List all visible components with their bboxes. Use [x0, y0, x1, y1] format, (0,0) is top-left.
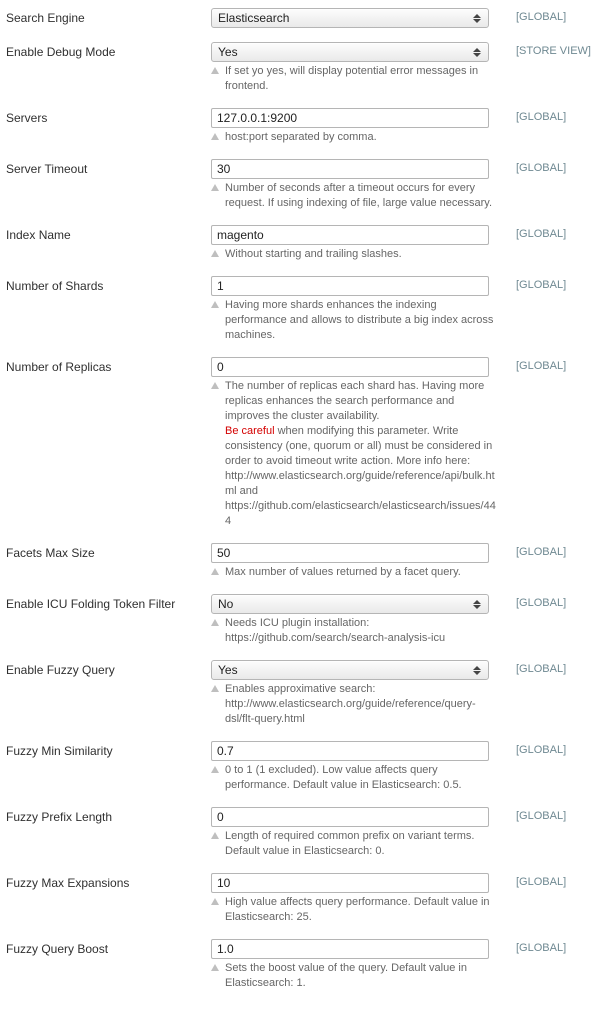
- label-fuzzy-boost: Fuzzy Query Boost: [6, 939, 211, 956]
- label-debug: Enable Debug Mode: [6, 42, 211, 59]
- hint-text: 0 to 1 (1 excluded). Low value affects q…: [225, 763, 500, 793]
- triangle-icon: [211, 898, 219, 905]
- label-replicas: Number of Replicas: [6, 357, 211, 374]
- timeout-input[interactable]: [211, 159, 489, 179]
- label-index: Index Name: [6, 225, 211, 242]
- select-value: Yes: [218, 45, 238, 59]
- fuzzy-max-input[interactable]: [211, 873, 489, 893]
- label-fuzzy-prefix: Fuzzy Prefix Length: [6, 807, 211, 824]
- hint: Length of required common prefix on vari…: [211, 829, 506, 859]
- hint: High value affects query performance. De…: [211, 895, 506, 925]
- scope-badge: [GLOBAL]: [506, 807, 591, 822]
- triangle-icon: [211, 133, 219, 140]
- select-arrows-icon: [470, 661, 484, 679]
- hint: 0 to 1 (1 excluded). Low value affects q…: [211, 763, 506, 793]
- select-value: Elasticsearch: [218, 11, 289, 25]
- triangle-icon: [211, 766, 219, 773]
- hint-text: If set yo yes, will display potential er…: [225, 64, 500, 94]
- hint: Without starting and trailing slashes.: [211, 247, 506, 262]
- triangle-icon: [211, 301, 219, 308]
- hint-text: The number of replicas each shard has. H…: [225, 379, 500, 529]
- select-arrows-icon: [470, 43, 484, 61]
- label-facets: Facets Max Size: [6, 543, 211, 560]
- hint: The number of replicas each shard has. H…: [211, 379, 506, 529]
- fuzzy-sim-input[interactable]: [211, 741, 489, 761]
- select-arrows-icon: [470, 595, 484, 613]
- hint-text: host:port separated by comma.: [225, 130, 377, 145]
- shards-input[interactable]: [211, 276, 489, 296]
- triangle-icon: [211, 67, 219, 74]
- select-arrows-icon: [470, 9, 484, 27]
- hint-text: High value affects query performance. De…: [225, 895, 500, 925]
- fuzzy-boost-input[interactable]: [211, 939, 489, 959]
- scope-badge: [GLOBAL]: [506, 159, 591, 174]
- triangle-icon: [211, 568, 219, 575]
- label-servers: Servers: [6, 108, 211, 125]
- hint-text: Enables approximative search: http://www…: [225, 682, 500, 727]
- triangle-icon: [211, 832, 219, 839]
- scope-badge: [GLOBAL]: [506, 543, 591, 558]
- hint-text: Having more shards enhances the indexing…: [225, 298, 500, 343]
- scope-badge: [STORE VIEW]: [506, 42, 591, 57]
- hint: Having more shards enhances the indexing…: [211, 298, 506, 343]
- triangle-icon: [211, 250, 219, 257]
- hint-text: Max number of values returned by a facet…: [225, 565, 461, 580]
- servers-input[interactable]: [211, 108, 489, 128]
- triangle-icon: [211, 382, 219, 389]
- hint: Number of seconds after a timeout occurs…: [211, 181, 506, 211]
- label-icu: Enable ICU Folding Token Filter: [6, 594, 211, 611]
- triangle-icon: [211, 619, 219, 626]
- scope-badge: [GLOBAL]: [506, 873, 591, 888]
- triangle-icon: [211, 964, 219, 971]
- hint-text: Number of seconds after a timeout occurs…: [225, 181, 500, 211]
- facets-input[interactable]: [211, 543, 489, 563]
- hint-text: Without starting and trailing slashes.: [225, 247, 402, 262]
- scope-badge: [GLOBAL]: [506, 741, 591, 756]
- triangle-icon: [211, 184, 219, 191]
- search-engine-select[interactable]: Elasticsearch: [211, 8, 489, 28]
- replicas-input[interactable]: [211, 357, 489, 377]
- index-input[interactable]: [211, 225, 489, 245]
- label-fuzzy: Enable Fuzzy Query: [6, 660, 211, 677]
- scope-badge: [GLOBAL]: [506, 225, 591, 240]
- scope-badge: [GLOBAL]: [506, 594, 591, 609]
- warning-text: Be careful: [225, 425, 275, 437]
- hint-text: Needs ICU plugin installation: https://g…: [225, 616, 500, 646]
- scope-badge: [GLOBAL]: [506, 276, 591, 291]
- hint-text: Length of required common prefix on vari…: [225, 829, 500, 859]
- select-value: Yes: [218, 663, 238, 677]
- hint: host:port separated by comma.: [211, 130, 506, 145]
- scope-badge: [GLOBAL]: [506, 8, 591, 23]
- label-search-engine: Search Engine: [6, 8, 211, 25]
- hint: Enables approximative search: http://www…: [211, 682, 506, 727]
- label-shards: Number of Shards: [6, 276, 211, 293]
- label-fuzzy-max: Fuzzy Max Expansions: [6, 873, 211, 890]
- select-value: No: [218, 597, 233, 611]
- hint-text: Sets the boost value of the query. Defau…: [225, 961, 500, 991]
- hint: Sets the boost value of the query. Defau…: [211, 961, 506, 991]
- fuzzy-select[interactable]: Yes: [211, 660, 489, 680]
- triangle-icon: [211, 685, 219, 692]
- scope-badge: [GLOBAL]: [506, 660, 591, 675]
- scope-badge: [GLOBAL]: [506, 357, 591, 372]
- hint: Max number of values returned by a facet…: [211, 565, 506, 580]
- label-timeout: Server Timeout: [6, 159, 211, 176]
- fuzzy-prefix-input[interactable]: [211, 807, 489, 827]
- scope-badge: [GLOBAL]: [506, 939, 591, 954]
- icu-select[interactable]: No: [211, 594, 489, 614]
- debug-select[interactable]: Yes: [211, 42, 489, 62]
- scope-badge: [GLOBAL]: [506, 108, 591, 123]
- label-fuzzy-sim: Fuzzy Min Similarity: [6, 741, 211, 758]
- hint: If set yo yes, will display potential er…: [211, 64, 506, 94]
- hint: Needs ICU plugin installation: https://g…: [211, 616, 506, 646]
